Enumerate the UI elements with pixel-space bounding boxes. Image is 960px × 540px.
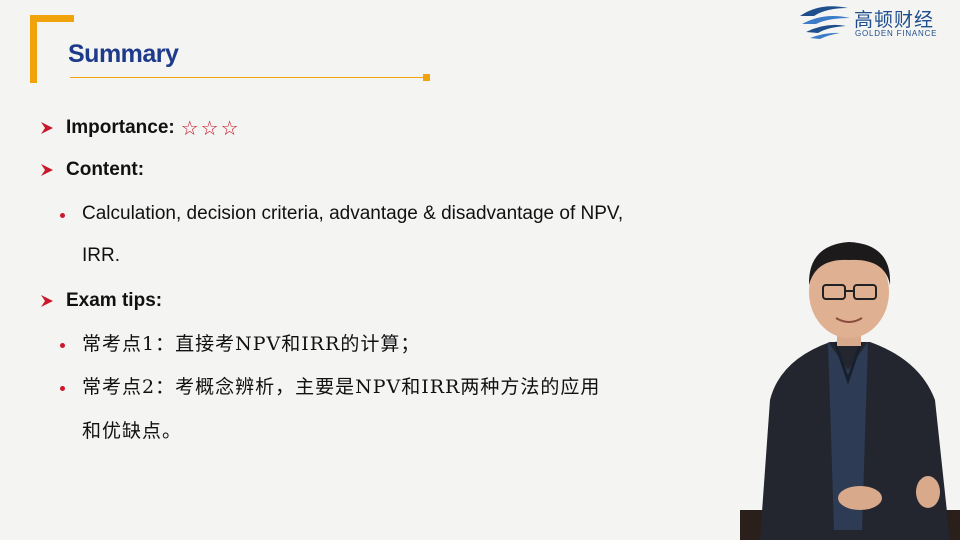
title-underline-endpoint xyxy=(423,74,430,81)
title-underline xyxy=(70,77,426,78)
exam-tip-2: 常考点2：考概念辨析，主要是NPV和IRR两种方法的应用 xyxy=(60,376,600,398)
slide-title: Summary xyxy=(68,40,179,68)
bullet-dot-icon xyxy=(60,386,65,391)
logo-chinese-name: 高顿财经 xyxy=(854,9,935,31)
content-bullet: Calculation, decision criteria, advantag… xyxy=(60,203,623,225)
exam-tips-label: Exam tips: xyxy=(66,290,163,311)
wing-logo-icon xyxy=(800,6,850,39)
presenter-video-figure xyxy=(740,242,960,540)
exam-tip-1-text: 常考点1：直接考NPV和IRR的计算； xyxy=(82,333,421,355)
golden-finance-logo: 高顿财经 GOLDEN FINANCE xyxy=(796,0,954,44)
importance-label: Importance: xyxy=(66,117,175,138)
importance-row: Importance: ☆☆☆ xyxy=(40,116,241,140)
arrow-bullet-icon xyxy=(41,122,53,134)
content-bullet-continuation: IRR. xyxy=(82,245,120,266)
bullet-dot-icon xyxy=(60,213,65,218)
bullet-dot-icon xyxy=(60,343,65,348)
exam-tip-1: 常考点1：直接考NPV和IRR的计算； xyxy=(60,333,420,355)
arrow-bullet-icon xyxy=(41,164,53,176)
arrow-bullet-icon xyxy=(41,295,53,307)
content-bullet-text: Calculation, decision criteria, advantag… xyxy=(82,203,624,224)
exam-tips-row: Exam tips: xyxy=(40,290,162,312)
logo-english-name: GOLDEN FINANCE xyxy=(855,29,938,38)
importance-stars: ☆☆☆ xyxy=(180,116,241,140)
exam-tip-2-continuation: 和优缺点。 xyxy=(82,420,183,442)
content-row: Content: xyxy=(40,159,144,181)
exam-tip-2-text: 常考点2：考概念辨析，主要是NPV和IRR两种方法的应用 xyxy=(82,376,601,398)
content-label: Content: xyxy=(66,159,145,180)
